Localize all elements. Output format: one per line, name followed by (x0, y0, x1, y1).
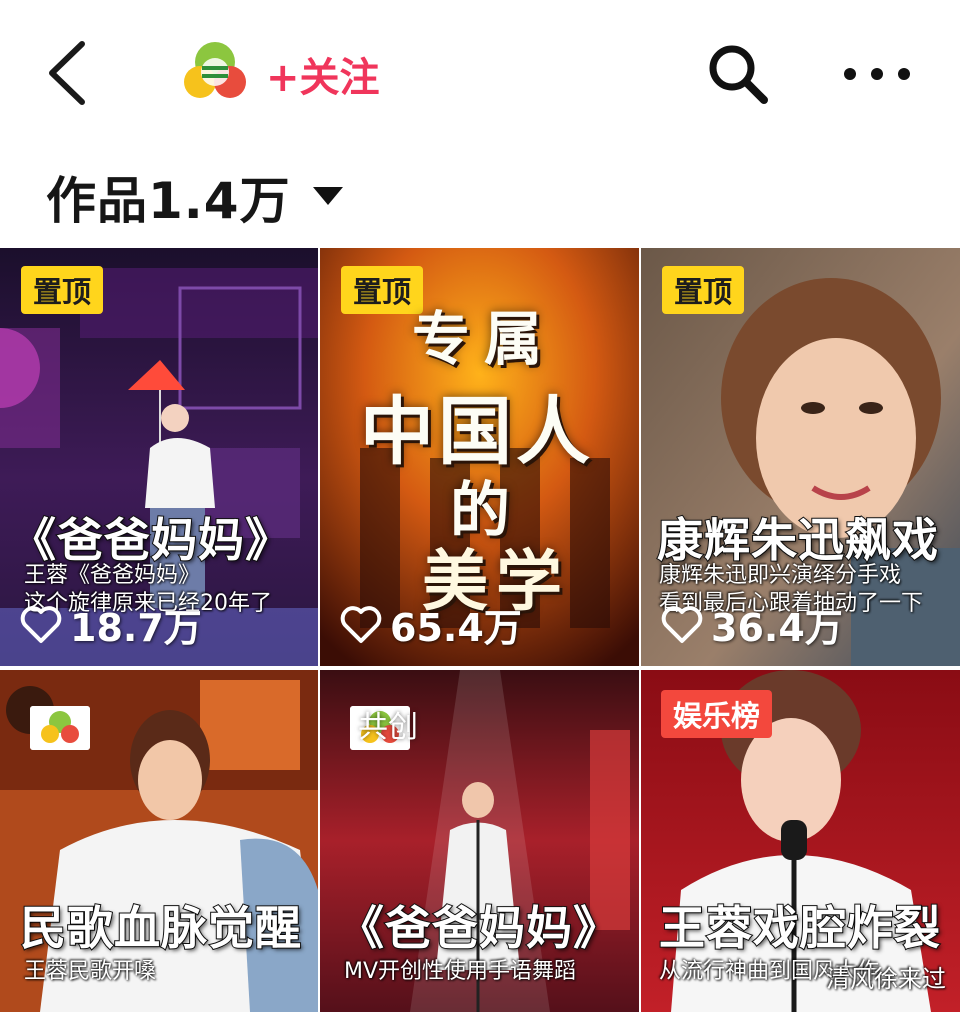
follow-label: +关注 (266, 55, 380, 101)
works-filter[interactable]: 作品1.4万 (46, 162, 343, 232)
video-tile-1[interactable]: 置顶 《爸爸妈妈》 王蓉《爸爸妈妈》 这个旋律原来已经20年了 18.7万 (0, 248, 318, 666)
search-icon[interactable] (704, 40, 772, 108)
like-count-value: 36.4万 (711, 606, 843, 650)
top-bar: +关注 (0, 0, 960, 150)
video-title: 王蓉戏腔炸裂 (658, 900, 941, 956)
video-title: 康辉朱迅飙戏 (656, 512, 939, 568)
heart-icon (661, 605, 703, 643)
follow-button[interactable]: +关注 (266, 46, 380, 102)
video-title: 《爸爸妈妈》 (337, 900, 620, 956)
video-grid: 置顶 《爸爸妈妈》 王蓉《爸爸妈妈》 这个旋律原来已经20年了 18.7万 置顶… (0, 248, 960, 1012)
video-subtitle-1: 王蓉民歌开嗓 (24, 959, 157, 984)
watermark: 清风徐来过 (826, 965, 946, 993)
video-tile-2[interactable]: 置顶 专属 中国人 的 美学 65.4万 (320, 248, 639, 666)
video-title: 《爸爸妈妈》 (9, 512, 292, 568)
like-count: 36.4万 (661, 597, 843, 652)
dropdown-triangle-icon (312, 187, 343, 205)
pinned-badge: 置顶 (341, 266, 424, 314)
more-options-icon[interactable] (838, 54, 916, 94)
back-arrow-icon[interactable] (38, 38, 98, 108)
channel-logo-icon (30, 706, 90, 750)
co-creation-label: 共创 (358, 710, 418, 745)
video-tile-3[interactable]: 置顶 康辉朱迅飙戏 康辉朱迅即兴演绎分手戏 看到最后心跟着抽动了一下 36.4万 (641, 248, 960, 666)
video-tile-5[interactable]: 共创 《爸爸妈妈》 MV开创性使用手语舞蹈 (320, 670, 639, 1012)
video-tile-4[interactable]: 民歌血脉觉醒 王蓉民歌开嗓 (0, 670, 318, 1012)
video-title: 民歌血脉觉醒 (19, 900, 302, 956)
ranking-badge: 娱乐榜 (661, 690, 773, 738)
pinned-badge: 置顶 (21, 266, 104, 314)
pinned-badge: 置顶 (662, 266, 745, 314)
like-count: 65.4万 (340, 597, 522, 652)
video-subtitle-1: 王蓉《爸爸妈妈》 (24, 563, 201, 588)
video-subtitle-1: MV开创性使用手语舞蹈 (344, 959, 577, 984)
works-count-label: 作品1.4万 (46, 172, 291, 230)
heart-icon (20, 605, 62, 643)
channel-logo-icon[interactable] (180, 40, 250, 104)
like-count: 18.7万 (20, 597, 202, 652)
overlay-text-line-1: 专属 (412, 305, 557, 373)
video-subtitle-1: 康辉朱迅即兴演绎分手戏 (659, 563, 902, 588)
like-count-value: 65.4万 (390, 606, 522, 650)
like-count-value: 18.7万 (70, 606, 202, 650)
heart-icon (340, 605, 382, 643)
